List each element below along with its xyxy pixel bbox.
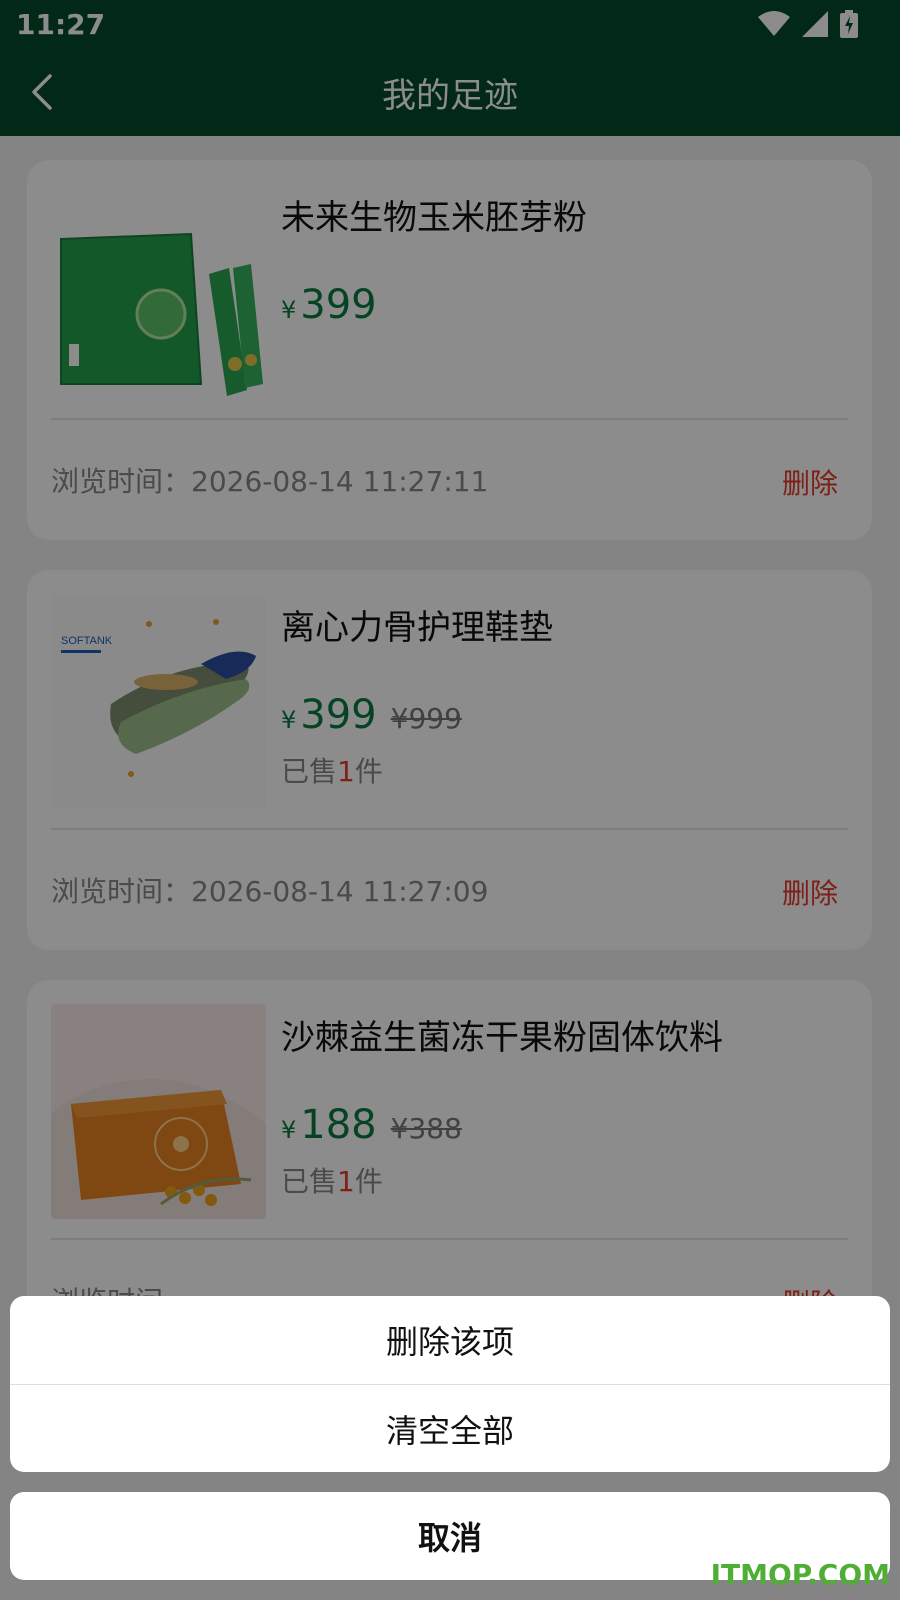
delete-item-option[interactable]: 删除该项: [10, 1296, 890, 1384]
clear-all-option[interactable]: 清空全部: [10, 1384, 890, 1472]
action-sheet: 删除该项 清空全部: [10, 1296, 890, 1472]
watermark: ITMOP.COM: [710, 1558, 890, 1591]
